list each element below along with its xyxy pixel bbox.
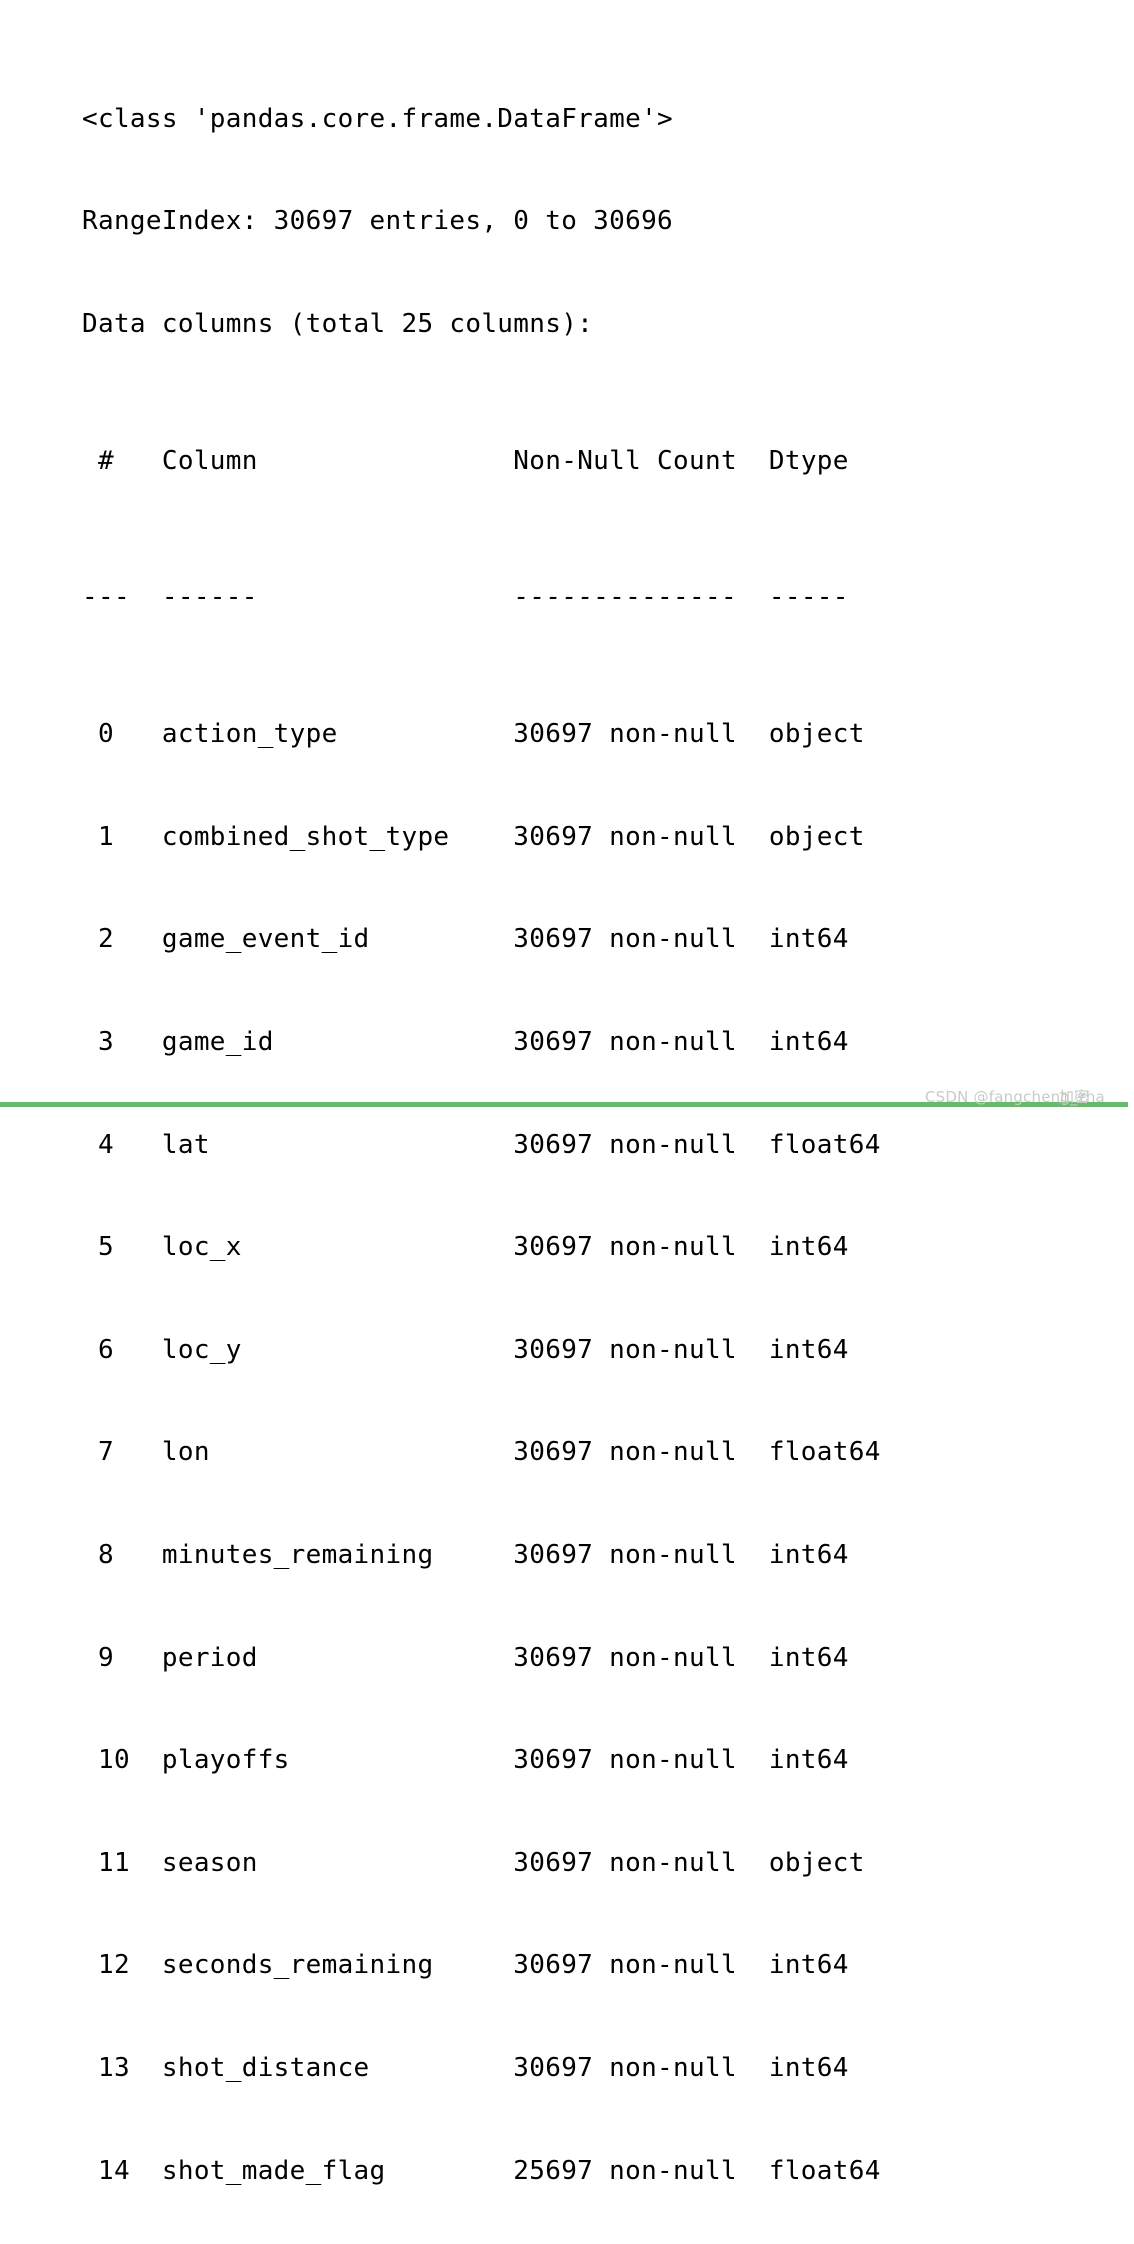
header-column: Column xyxy=(161,445,514,476)
data-columns-line: Data columns (total 25 columns): xyxy=(82,308,594,339)
table-row: 2 game_event_id 30697 non-null int64 xyxy=(82,924,849,955)
table-row: 14 shot_made_flag 25697 non-null float64 xyxy=(82,2155,881,2186)
table-row: 5 loc_x 30697 non-null int64 xyxy=(82,1232,849,1263)
column-header-row: # Column Non-Null Count Dtype xyxy=(82,444,1122,478)
table-row: 6 loc_y 30697 non-null int64 xyxy=(82,1334,849,1365)
header-rule-row: --- ------ -------------- ----- xyxy=(82,580,1122,614)
table-row: 9 period 30697 non-null int64 xyxy=(82,1642,849,1673)
csdn-watermark: CSDN @fangcheng_zha加密 xyxy=(925,1086,1125,1110)
table-row: 1 combined_shot_type 30697 non-null obje… xyxy=(82,821,865,852)
range-index-line: RangeIndex: 30697 entries, 0 to 30696 xyxy=(82,206,674,237)
header-index: # xyxy=(82,445,162,476)
watermark-overlap-label: 加密 xyxy=(1058,1088,1090,1106)
table-row: 3 game_id 30697 non-null int64 xyxy=(82,1026,849,1057)
table-row: 8 minutes_remaining 30697 non-null int64 xyxy=(82,1539,849,1570)
rule-non-null-count: -------------- xyxy=(513,582,769,613)
table-row: 4 lat 30697 non-null float64 xyxy=(82,1129,881,1160)
header-non-null-count: Non-Null Count xyxy=(513,445,769,476)
table-row: 10 playoffs 30697 non-null int64 xyxy=(82,1745,849,1776)
rule-column: ------ xyxy=(161,582,514,613)
table-row: 11 season 30697 non-null object xyxy=(82,1847,865,1878)
rule-dtype: ----- xyxy=(768,582,881,613)
pandas-info-output: <class 'pandas.core.frame.DataFrame'> Ra… xyxy=(82,0,1122,2244)
table-row: 12 seconds_remaining 30697 non-null int6… xyxy=(82,1950,849,1981)
header-dtype: Dtype xyxy=(768,445,881,476)
rule-index: --- xyxy=(82,582,162,613)
class-line: <class 'pandas.core.frame.DataFrame'> xyxy=(82,103,674,134)
table-row: 7 lon 30697 non-null float64 xyxy=(82,1437,881,1468)
table-row: 0 action_type 30697 non-null object xyxy=(82,719,865,750)
table-row: 13 shot_distance 30697 non-null int64 xyxy=(82,2052,849,2083)
